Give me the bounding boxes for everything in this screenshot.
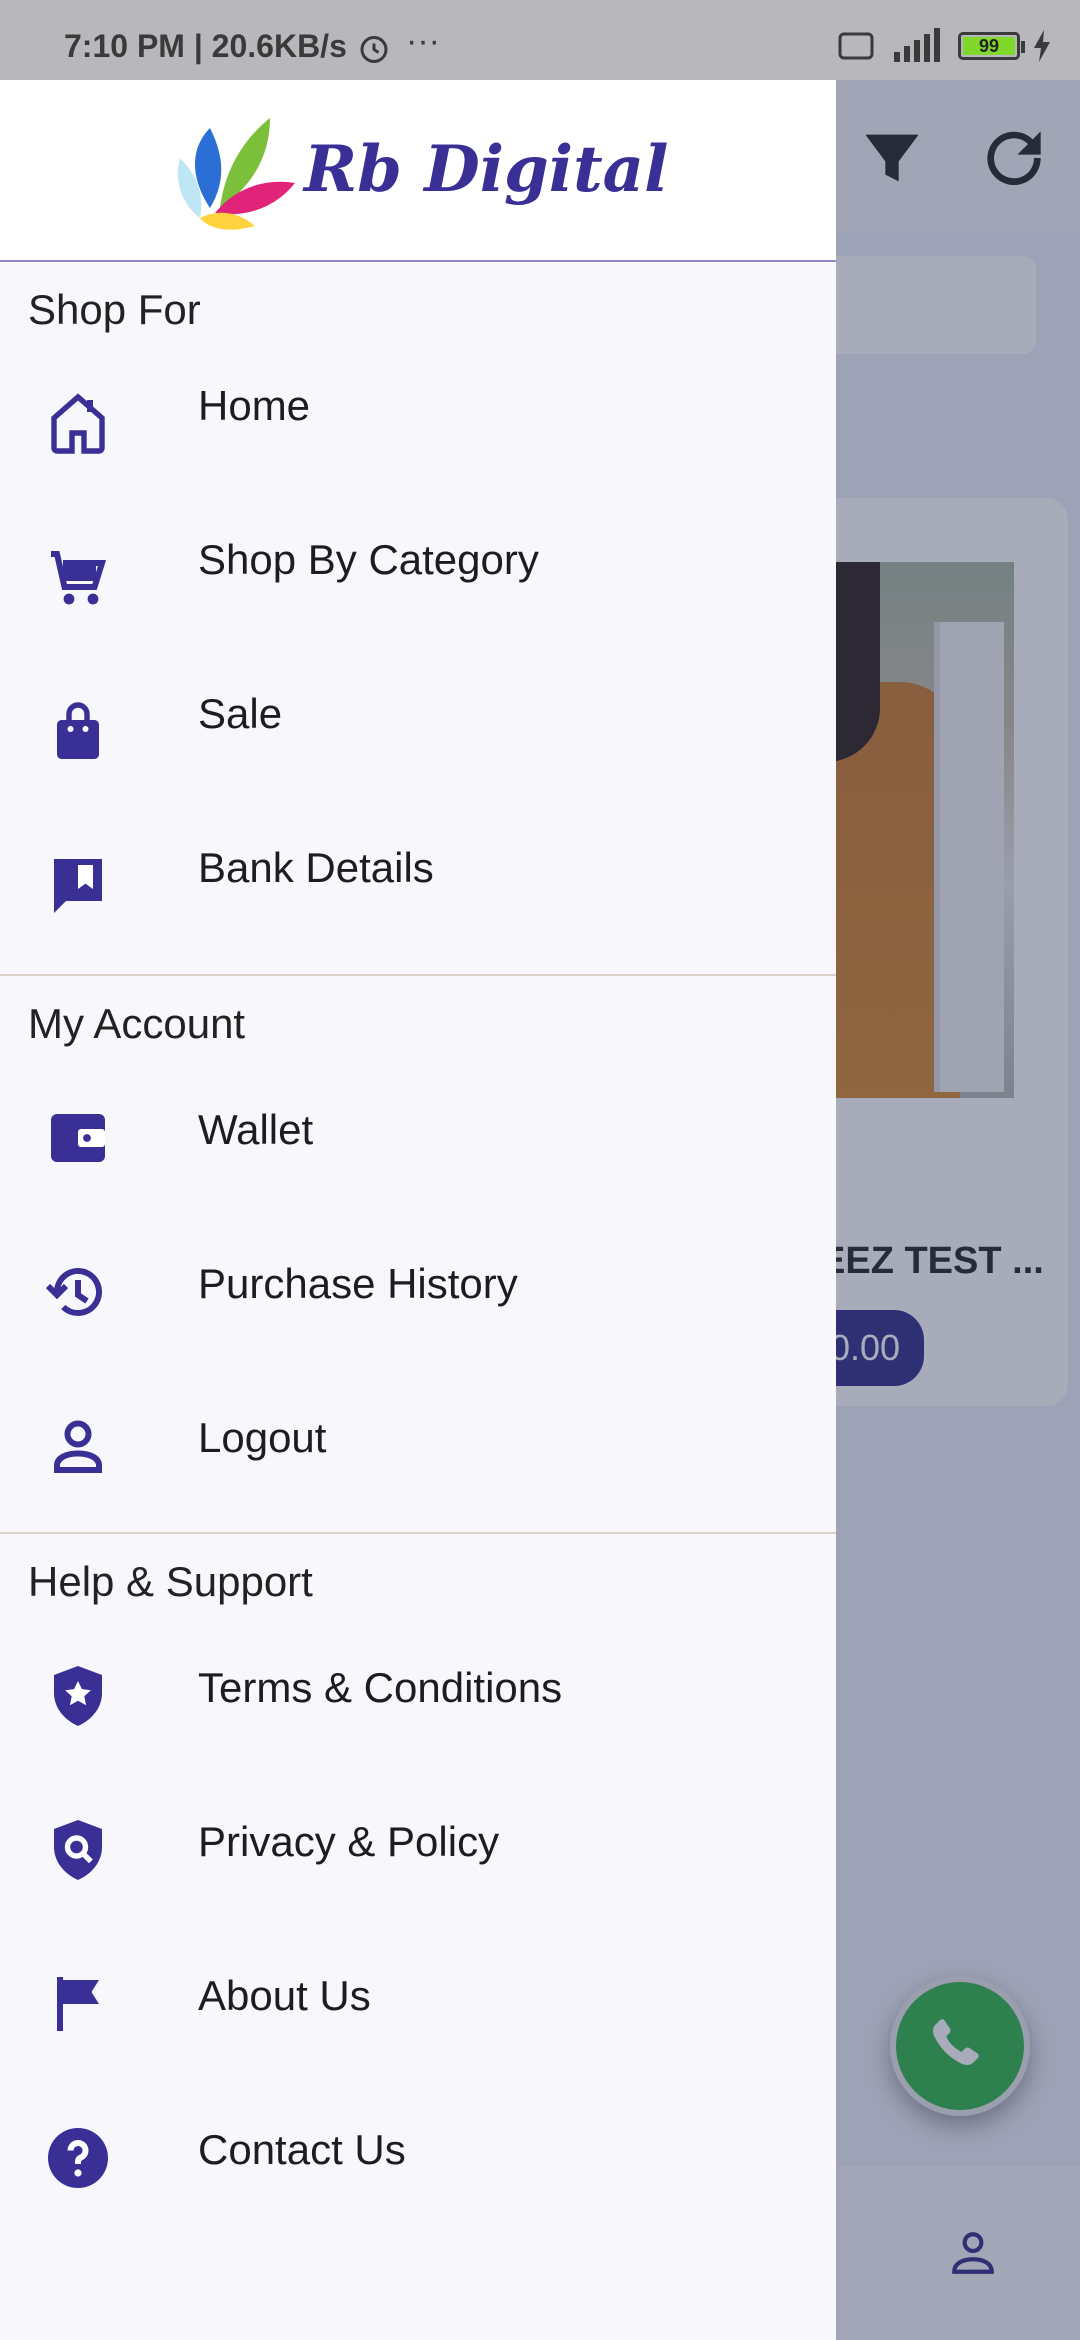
status-bar: 7:10 PM | 20.6KB/s ··· 99 xyxy=(0,0,1080,80)
drawer-header: Rb Digital xyxy=(0,80,836,262)
shopping-bag-icon xyxy=(42,696,114,768)
menu-label: About Us xyxy=(198,1972,371,2019)
section-title-help-support: Help & Support xyxy=(28,1558,313,1605)
menu-item-sale[interactable]: Sale xyxy=(0,644,836,798)
menu-label: Contact Us xyxy=(198,2126,406,2173)
charging-icon xyxy=(1034,30,1050,62)
flag-icon xyxy=(42,1968,114,2040)
signal-icon xyxy=(894,28,940,62)
menu-item-shop-by-category[interactable]: Shop By Category xyxy=(0,490,836,644)
alarm-icon xyxy=(360,36,388,63)
volte-icon xyxy=(838,32,874,60)
menu-label: Logout xyxy=(198,1414,327,1461)
menu-label: Wallet xyxy=(198,1106,314,1153)
menu-item-wallet[interactable]: Wallet xyxy=(0,1050,836,1204)
menu-item-privacy-policy[interactable]: Privacy & Policy xyxy=(0,1762,836,1916)
logo-text: Rb Digital xyxy=(304,132,669,207)
person-icon xyxy=(42,1410,114,1482)
battery-level: 99 xyxy=(963,37,1015,55)
battery-icon: 99 xyxy=(958,32,1025,60)
section-divider xyxy=(0,974,836,976)
section-title-my-account: My Account xyxy=(28,1000,246,1047)
menu-item-purchase-history[interactable]: Purchase History xyxy=(0,1204,836,1358)
help-icon xyxy=(42,2122,114,2194)
menu-item-logout[interactable]: Logout xyxy=(0,1358,836,1512)
menu-item-terms-conditions[interactable]: Terms & Conditions xyxy=(0,1608,836,1762)
menu-label: Purchase History xyxy=(198,1260,518,1307)
petal-logo-icon xyxy=(177,118,295,230)
menu-label: Sale xyxy=(198,690,283,737)
shield-search-icon xyxy=(42,1814,114,1886)
navigation-drawer: Rb Digital Shop For Home Shop By Categor… xyxy=(0,80,836,2340)
menu-item-about-us[interactable]: About Us xyxy=(0,1916,836,2070)
menu-label: Bank Details xyxy=(198,844,434,891)
history-icon xyxy=(42,1256,114,1328)
menu-item-contact-us[interactable]: Contact Us xyxy=(0,2070,836,2224)
menu-item-home[interactable]: Home xyxy=(0,336,836,490)
cart-icon xyxy=(42,542,114,614)
section-divider xyxy=(0,1532,836,1534)
menu-label: Terms & Conditions xyxy=(198,1664,563,1711)
section-title-shop-for: Shop For xyxy=(28,286,201,333)
wallet-icon xyxy=(42,1102,114,1174)
menu-item-bank-details[interactable]: Bank Details xyxy=(0,798,836,952)
menu-label: Home xyxy=(198,382,311,429)
home-icon xyxy=(42,388,114,460)
more-dots-icon: ··· xyxy=(406,22,440,60)
menu-label: Shop By Category xyxy=(198,536,539,583)
shield-star-icon xyxy=(42,1660,114,1732)
bookmark-chat-icon xyxy=(42,850,114,922)
rb-digital-logo[interactable]: Rb Digital xyxy=(170,108,670,238)
menu-label: Privacy & Policy xyxy=(198,1818,500,1865)
status-time: 7:10 PM | 20.6KB/s xyxy=(64,28,347,64)
